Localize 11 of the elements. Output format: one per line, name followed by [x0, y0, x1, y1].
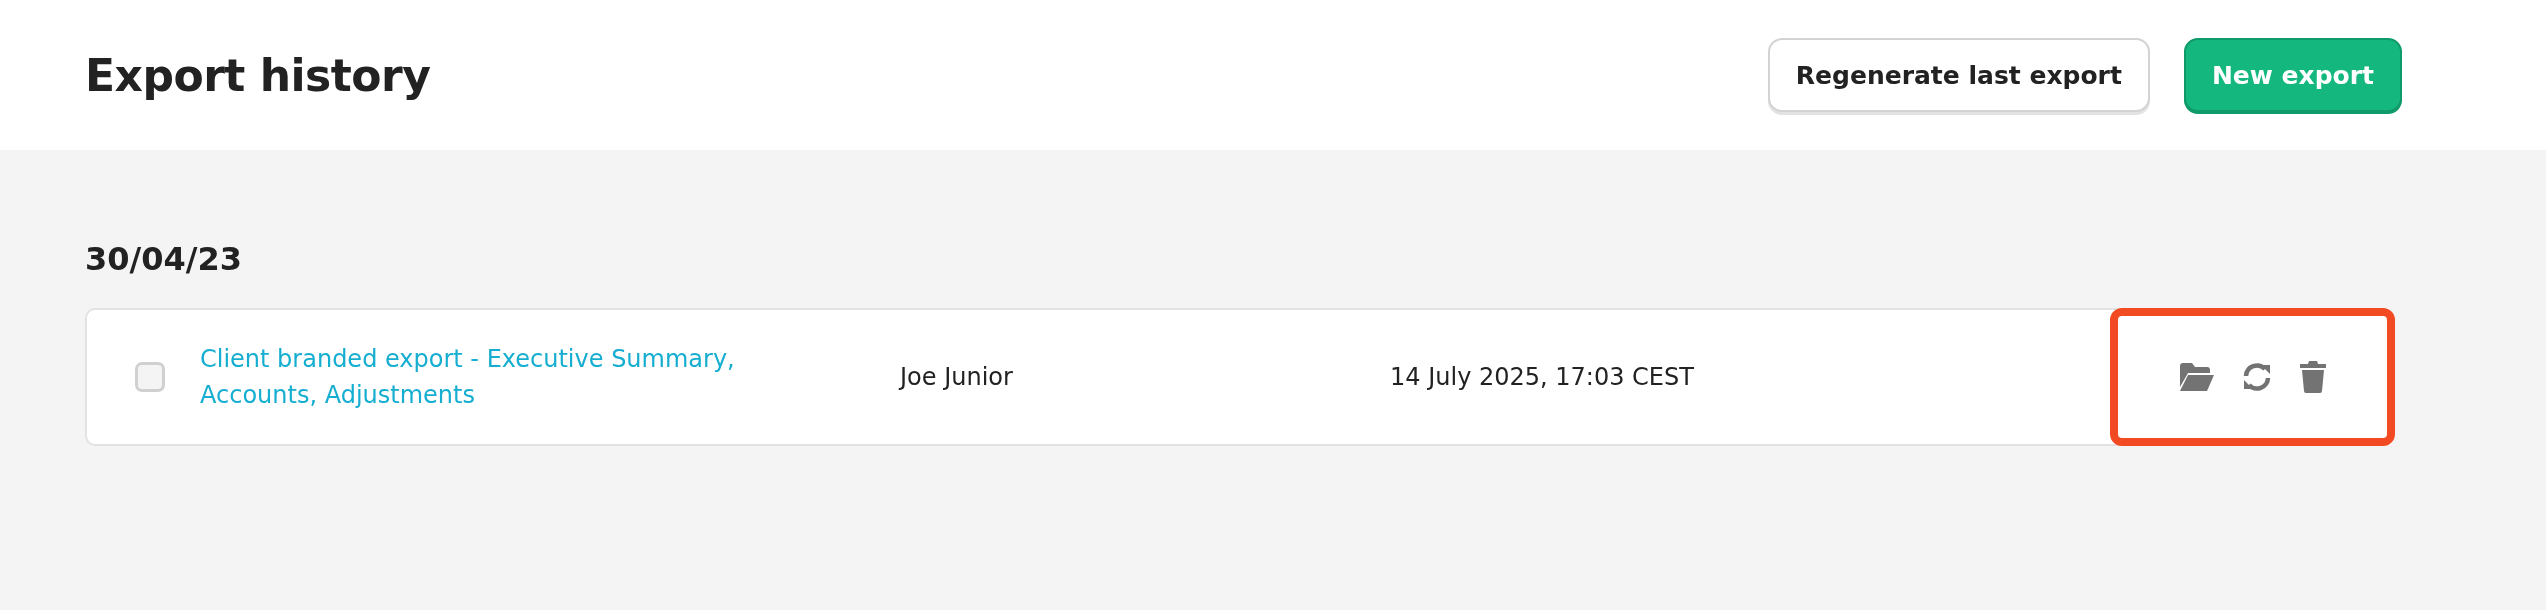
- refresh-icon[interactable]: [2241, 362, 2272, 392]
- regenerate-button[interactable]: Regenerate last export: [1767, 38, 2150, 112]
- row-checkbox[interactable]: [135, 362, 165, 392]
- page-title: Export history: [85, 49, 432, 101]
- new-export-button[interactable]: New export: [2183, 38, 2402, 112]
- date-heading: 30/04/23: [85, 240, 243, 278]
- created-date: 14 July 2025, 17:03 CEST: [1390, 363, 1695, 391]
- folder-icon[interactable]: [2179, 363, 2214, 391]
- export-link[interactable]: Client branded export - Executive Summary, Accounts, Adjustments: [200, 341, 840, 413]
- trash-icon[interactable]: [2299, 361, 2326, 393]
- author-text: Joe Junior: [900, 363, 1014, 391]
